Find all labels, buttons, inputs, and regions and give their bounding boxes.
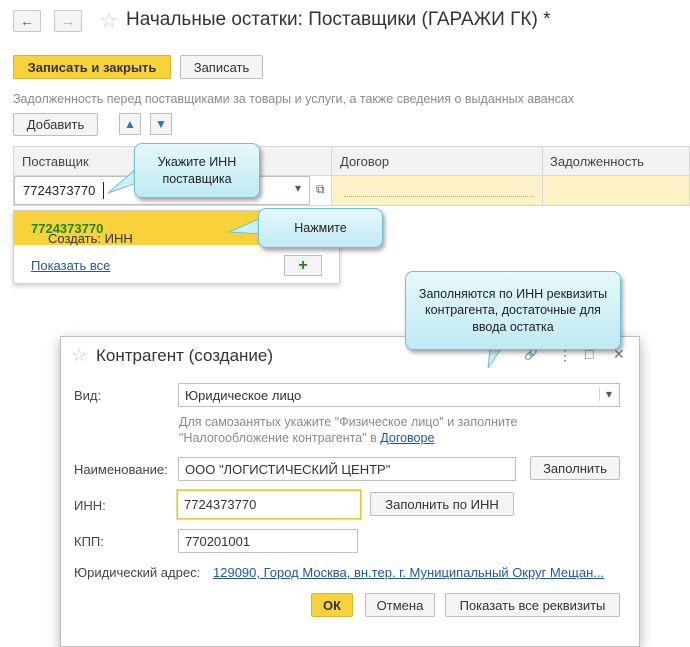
type-hint-line1: Для самозанятых укажите "Физическое лицо… bbox=[179, 415, 518, 429]
page-title: Начальные остатки: Поставщики (ГАРАЖИ ГК… bbox=[126, 9, 551, 30]
contract-cell[interactable] bbox=[332, 176, 542, 205]
counterparty-dialog: ☆ Контрагент (создание) 🔗 ⋮ □ ✕ Вид: Юри… bbox=[60, 336, 640, 647]
contract-link[interactable]: Договоре bbox=[380, 431, 434, 445]
contract-cell-underline bbox=[344, 196, 534, 197]
inn-label: ИНН: bbox=[74, 498, 106, 513]
name-field[interactable]: ООО "ЛОГИСТИЧЕСКИЙ ЦЕНТР" bbox=[178, 457, 516, 481]
chevron-down-icon[interactable]: ▾ bbox=[599, 387, 612, 401]
type-select[interactable]: Юридическое лицо ▾ bbox=[178, 383, 620, 407]
open-icon[interactable]: ⧉ bbox=[316, 182, 325, 197]
dialog-star-icon[interactable]: ☆ bbox=[71, 345, 87, 366]
callout-press: Нажмите bbox=[258, 208, 383, 248]
type-hint-line2: "Налогообложение контрагента" в bbox=[179, 431, 381, 445]
save-and-close-button[interactable]: Записать и закрыть bbox=[13, 55, 171, 79]
kpp-field[interactable]: 770201001 bbox=[178, 529, 358, 553]
column-divider bbox=[542, 146, 543, 206]
kpp-label: КПП: bbox=[74, 534, 104, 549]
arrow-up-icon: ▲ bbox=[124, 117, 136, 131]
column-header-debt[interactable]: Задолженность bbox=[550, 154, 644, 169]
fill-button[interactable]: Заполнить bbox=[530, 456, 620, 480]
supplier-input-value: 7724373770 bbox=[23, 183, 96, 198]
add-new-button[interactable]: + bbox=[284, 255, 322, 276]
address-label: Юридический адрес: bbox=[74, 565, 201, 580]
save-button[interactable]: Записать bbox=[180, 55, 263, 79]
move-down-button[interactable]: ▼ bbox=[150, 113, 172, 135]
type-label: Вид: bbox=[74, 388, 102, 403]
column-header-contract[interactable]: Договор bbox=[340, 154, 389, 169]
debt-cell[interactable] bbox=[543, 176, 689, 205]
section-hint: Задолженность перед поставщиками за това… bbox=[13, 92, 575, 106]
fill-by-inn-button[interactable]: Заполнить по ИНН bbox=[370, 492, 514, 516]
back-button[interactable]: ← bbox=[13, 10, 41, 32]
create-prefix: Создать: ИНН bbox=[48, 231, 133, 246]
plus-icon: + bbox=[298, 256, 308, 274]
type-hint: Для самозанятых укажите "Физическое лицо… bbox=[179, 414, 518, 446]
add-button[interactable]: Добавить bbox=[13, 113, 98, 136]
dropdown-arrow-icon[interactable]: ▾ bbox=[295, 181, 301, 195]
cancel-button[interactable]: Отмена bbox=[365, 593, 435, 617]
show-all-link[interactable]: Показать все bbox=[31, 258, 110, 273]
column-header-supplier[interactable]: Поставщик bbox=[22, 154, 89, 169]
name-label: Наименование: bbox=[74, 462, 168, 477]
arrow-down-icon: ▼ bbox=[155, 117, 167, 131]
favorite-star-icon[interactable]: ☆ bbox=[100, 8, 118, 33]
inn-field[interactable]: 7724373770 bbox=[177, 490, 361, 519]
forward-button[interactable]: → bbox=[54, 10, 82, 32]
arrow-left-icon: ← bbox=[20, 13, 34, 29]
dialog-title: Контрагент (создание) bbox=[96, 346, 274, 365]
move-up-button[interactable]: ▲ bbox=[119, 113, 141, 135]
callout-filled-by-inn: Заполняются по ИНН реквизиты контрагента… bbox=[405, 271, 621, 350]
callout-enter-inn: Укажите ИНН поставщика bbox=[134, 143, 260, 198]
ok-button[interactable]: ОК bbox=[311, 593, 353, 617]
address-link[interactable]: 129090, Город Москва, вн.тер. г. Муницип… bbox=[213, 565, 618, 580]
arrow-right-icon: → bbox=[61, 13, 75, 29]
type-select-value: Юридическое лицо bbox=[185, 388, 302, 403]
show-all-details-button[interactable]: Показать все реквизиты bbox=[445, 593, 620, 617]
column-divider bbox=[331, 146, 332, 206]
